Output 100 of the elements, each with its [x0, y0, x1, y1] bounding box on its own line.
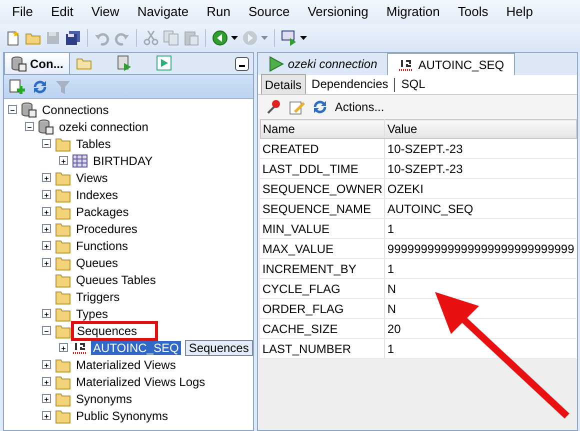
- undo-icon: [94, 30, 110, 46]
- minimize-icon: [238, 64, 245, 66]
- database-icon: [38, 118, 54, 134]
- caret-icon: [261, 36, 268, 40]
- sub-tab[interactable]: Details: [260, 74, 306, 94]
- tree-item[interactable]: Queues Tables: [74, 272, 158, 286]
- back-arrow-button[interactable]: [210, 28, 240, 48]
- folder-icon: [55, 220, 71, 236]
- tree-item[interactable]: Packages: [74, 204, 131, 218]
- menu-item[interactable]: Edit: [42, 0, 82, 24]
- tree-item[interactable]: Queues: [74, 256, 120, 270]
- table-cell: CREATED: [260, 138, 385, 158]
- table-cell: LAST_NUMBER: [260, 338, 385, 358]
- expand-toggle[interactable]: [43, 259, 50, 268]
- column-header[interactable]: Name: [260, 120, 385, 138]
- editor-tab[interactable]: ozeki connection: [258, 53, 388, 75]
- pin-icon: [266, 99, 282, 115]
- menu-item[interactable]: File: [3, 0, 42, 24]
- tree-item[interactable]: Tables: [74, 136, 113, 150]
- add-button[interactable]: [7, 76, 27, 96]
- tree-item[interactable]: Triggers: [74, 290, 122, 304]
- sub-tab[interactable]: Dependencies: [308, 74, 392, 94]
- disks-button[interactable]: [63, 28, 83, 48]
- tree-item[interactable]: Synonyms: [74, 392, 134, 406]
- tree-item[interactable]: Views: [74, 170, 110, 184]
- copy-icon: [163, 30, 179, 46]
- caret-icon: [300, 36, 307, 40]
- folder-icon: [55, 322, 71, 338]
- tooltip: Sequences: [184, 340, 253, 356]
- table-cell: MAX_VALUE: [260, 238, 385, 258]
- tree-item[interactable]: Connections: [40, 102, 111, 116]
- folder-icon: [55, 390, 71, 406]
- folder-icon: [55, 272, 71, 288]
- filter-icon: [55, 78, 71, 94]
- folder-icon: [55, 186, 71, 202]
- panel-tab[interactable]: Con...: [4, 52, 70, 74]
- folder-icon: [55, 136, 71, 152]
- play-icon: [268, 56, 284, 72]
- column-header[interactable]: Value: [384, 120, 576, 138]
- expand-toggle[interactable]: [43, 191, 50, 200]
- expand-toggle[interactable]: [43, 412, 50, 421]
- expand-toggle[interactable]: [60, 157, 67, 166]
- expand-toggle[interactable]: [43, 174, 50, 183]
- folder-icon: [55, 374, 71, 390]
- page-icon: [5, 30, 21, 46]
- refresh-icon: [312, 99, 328, 115]
- tree-item[interactable]: Sequences: [74, 324, 156, 338]
- expand-toggle[interactable]: [43, 225, 50, 234]
- menu-item[interactable]: View: [82, 0, 128, 24]
- expand-toggle[interactable]: [43, 208, 50, 217]
- table-cell: 1: [384, 338, 576, 358]
- menu-item[interactable]: Source: [239, 0, 299, 24]
- table-cell: MIN_VALUE: [260, 218, 385, 238]
- table-cell: 10-SZEPT.-23: [384, 138, 576, 158]
- sub-tab[interactable]: SQL: [398, 74, 428, 94]
- report-icon: [116, 55, 132, 71]
- table-cell: OZEKI: [384, 178, 576, 198]
- expand-toggle[interactable]: [43, 361, 50, 370]
- menu-item[interactable]: Help: [497, 0, 542, 24]
- tree-item[interactable]: BIRTHDAY: [91, 154, 155, 168]
- tree-item[interactable]: Indexes: [74, 188, 120, 202]
- folder-icon: [55, 254, 71, 270]
- menu-item[interactable]: Run: [198, 0, 240, 24]
- play-icon: [156, 55, 172, 71]
- menu-item[interactable]: Versioning: [298, 0, 378, 24]
- tree-item[interactable]: Types: [74, 306, 110, 320]
- table-cell: SEQUENCE_NAME: [260, 198, 385, 218]
- menu-item[interactable]: Migration: [377, 0, 449, 24]
- folder-icon: [55, 356, 71, 372]
- table-cell: AUTOINC_SEQ: [384, 198, 576, 218]
- minimize-button[interactable]: [234, 56, 249, 70]
- menu-item[interactable]: Tools: [448, 0, 498, 24]
- expand-toggle[interactable]: [43, 378, 50, 387]
- monitor-button[interactable]: [279, 28, 309, 48]
- editor-tab[interactable]: AUTOINC_SEQ: [387, 53, 516, 75]
- folder-icon: [55, 238, 71, 254]
- folder-icon: [55, 306, 71, 322]
- tree-item[interactable]: ozeki connection: [57, 120, 150, 134]
- scissors-icon: [143, 30, 159, 46]
- tree-item[interactable]: Functions: [74, 238, 130, 252]
- table-cell: CACHE_SIZE: [260, 318, 385, 338]
- expand-toggle[interactable]: [60, 344, 67, 353]
- expand-toggle[interactable]: [43, 242, 50, 251]
- tree-item[interactable]: Materialized Views: [74, 358, 178, 372]
- table-cell: 1: [384, 218, 576, 238]
- expand-toggle[interactable]: [43, 395, 50, 404]
- tree-item[interactable]: Materialized Views Logs: [74, 374, 208, 388]
- table-cell: 1: [384, 258, 576, 278]
- clipboard-icon: [183, 30, 199, 46]
- tree-item[interactable]: Public Synonyms: [74, 408, 170, 422]
- menu-item[interactable]: Navigate: [128, 0, 198, 24]
- expand-toggle[interactable]: [43, 310, 50, 319]
- tree-item[interactable]: AUTOINC_SEQ: [91, 340, 181, 354]
- redo-icon: [114, 30, 130, 46]
- tree-item[interactable]: Procedures: [74, 222, 140, 236]
- caret-icon: [231, 36, 238, 40]
- actions-button[interactable]: Actions...: [332, 98, 386, 116]
- table-cell: SEQUENCE_OWNER: [260, 178, 385, 198]
- database-icon: [11, 56, 27, 72]
- database-icon: [21, 102, 37, 118]
